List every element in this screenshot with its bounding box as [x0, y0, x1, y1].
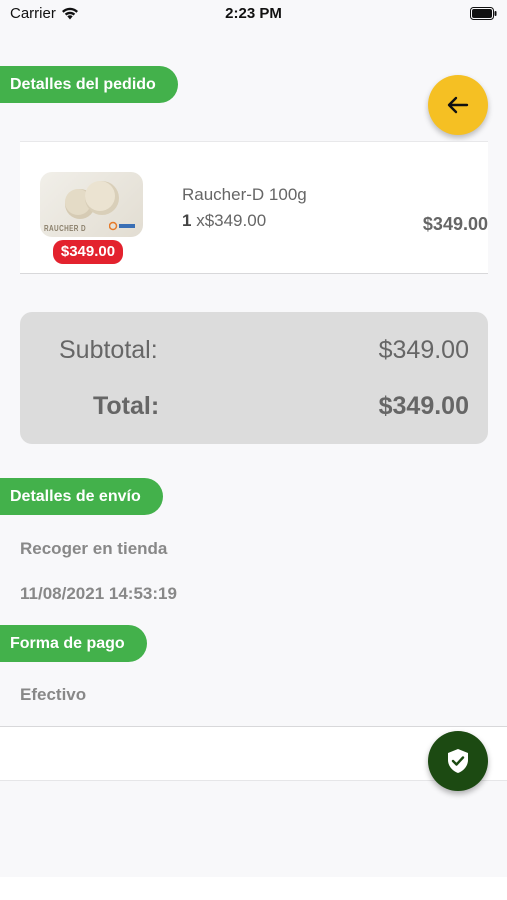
product-line-total: $349.00 [422, 214, 488, 234]
product-unit-price: x$349.00 [191, 211, 267, 230]
subtotal-value: $349.00 [378, 336, 469, 364]
payment-method: Efectivo [20, 685, 87, 704]
total-value: $349.00 [378, 392, 469, 420]
arrow-left-icon [447, 96, 469, 114]
battery-icon [470, 7, 497, 20]
order-details-header: Detalles del pedido [0, 66, 178, 103]
product-name: Raucher-D 100g [182, 185, 307, 204]
bottom-safe-area [0, 877, 507, 900]
price-badge: $349.00 [53, 240, 123, 264]
brand-logo-icon [109, 221, 135, 231]
subtotal-label: Subtotal: [59, 336, 158, 364]
payment-method-header: Forma de pago [0, 625, 147, 662]
shipping-method: Recoger en tienda [20, 539, 168, 558]
status-time: 2:23 PM [225, 5, 282, 22]
totals-card: Subtotal: $349.00 Total: $349.00 [20, 312, 488, 444]
shipping-details-header: Detalles de envío [0, 478, 163, 515]
confirm-order-button[interactable] [428, 731, 488, 791]
back-button[interactable] [428, 75, 488, 135]
shield-check-icon [448, 749, 468, 773]
total-label: Total: [93, 392, 160, 420]
product-image-brand: RAUCHER D [44, 224, 86, 233]
shipping-datetime: 11/08/2021 14:53:19 [20, 584, 177, 603]
status-bar: Carrier 2:23 PM [0, 0, 507, 28]
product-quantity-line: 1 x$349.00 [182, 211, 266, 231]
product-image: RAUCHER D [40, 172, 143, 237]
product-card[interactable]: RAUCHER D $349.00 Raucher-D 100g 1 x$349… [20, 141, 488, 274]
